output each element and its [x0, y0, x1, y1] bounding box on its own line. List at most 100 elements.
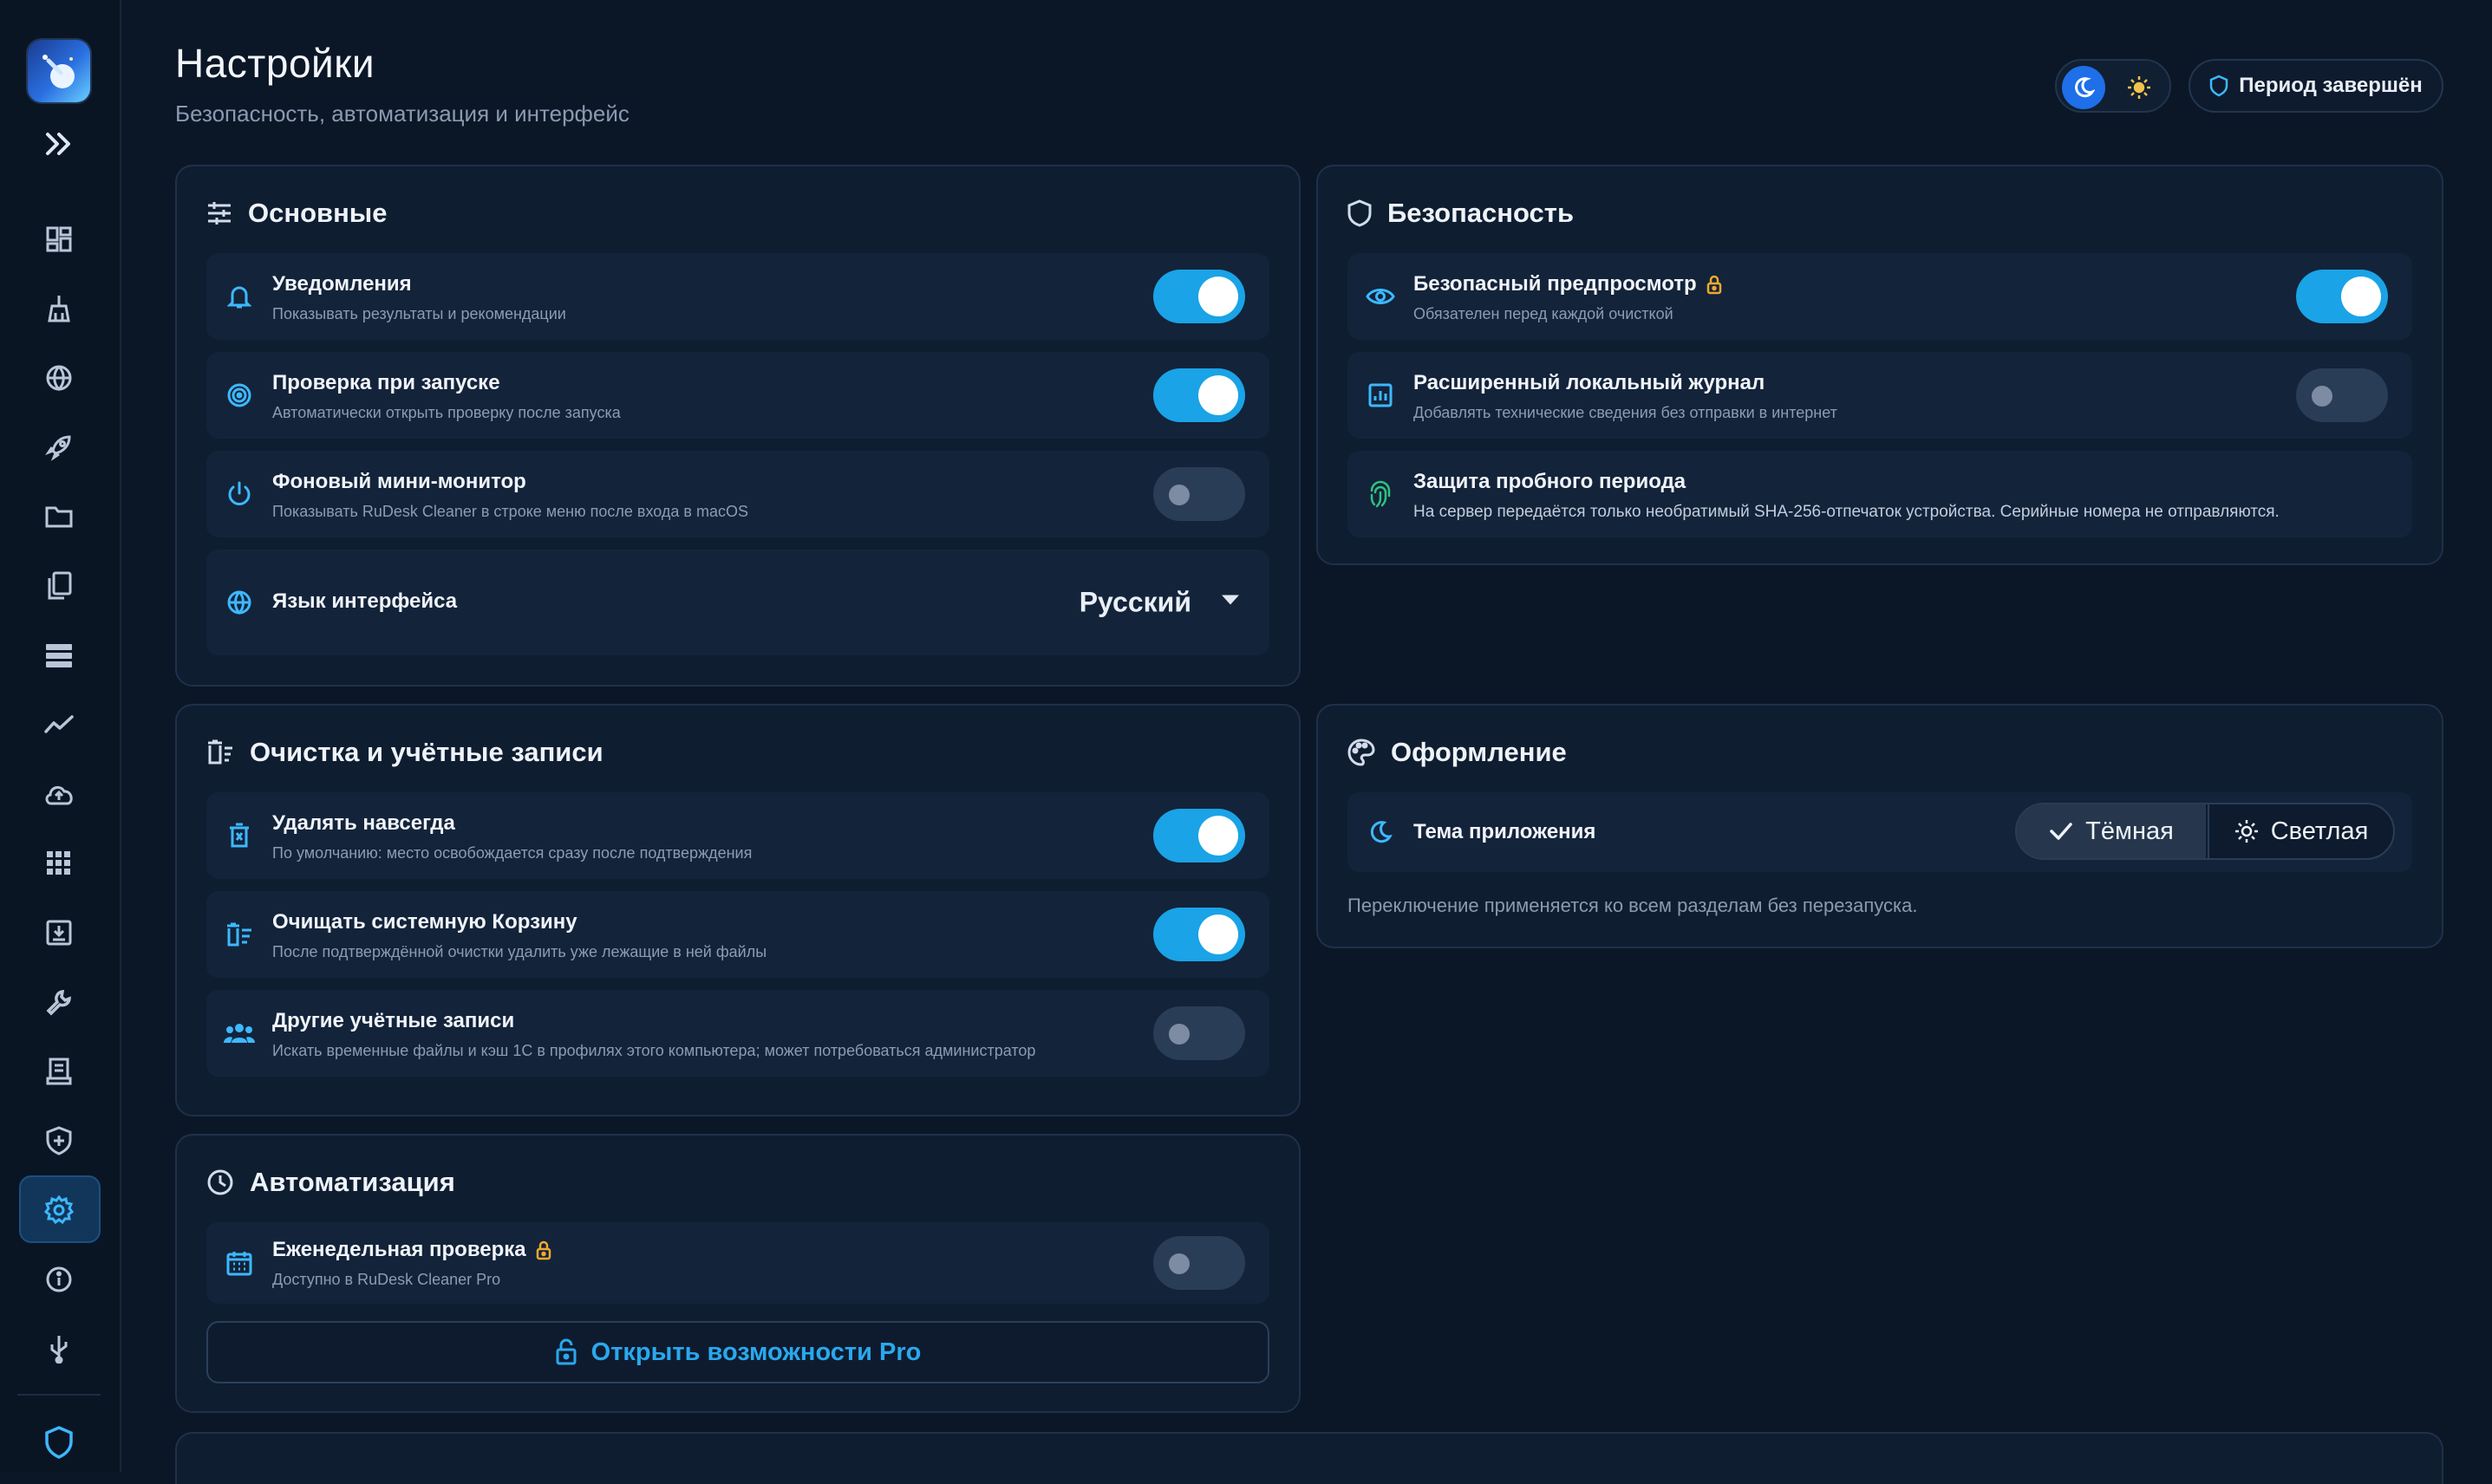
- clock-icon: [206, 1168, 234, 1196]
- row-title: Расширенный локальный журнал: [1413, 371, 1765, 395]
- target-scan-icon: [226, 382, 252, 408]
- card-title: Оформление: [1391, 737, 1567, 768]
- row-description: Показывать результаты и рекомендации: [272, 305, 566, 323]
- theme-quick-toggle[interactable]: [2055, 59, 2171, 113]
- row-description: Показывать RuDesk Cleaner в строке меню …: [272, 503, 748, 521]
- dark-option-label: Тёмная: [2085, 817, 2174, 846]
- other-accounts-toggle[interactable]: [1153, 1006, 1245, 1060]
- notifications-toggle[interactable]: [1153, 270, 1245, 323]
- eye-icon: [1366, 286, 1395, 307]
- apps-grid-icon[interactable]: [40, 844, 78, 882]
- expand-sidebar-icon[interactable]: [40, 125, 78, 163]
- shield-icon[interactable]: [40, 1423, 78, 1461]
- storage-icon[interactable]: [40, 636, 78, 674]
- theme-dark-option[interactable]: Тёмная: [2017, 804, 2206, 858]
- broom-icon[interactable]: [40, 290, 78, 328]
- period-status-button[interactable]: Период завершён: [2189, 59, 2443, 113]
- row-title: Защита пробного периода: [1413, 470, 1686, 494]
- mini-monitor-toggle[interactable]: [1153, 467, 1245, 521]
- language-select[interactable]: Русский: [1080, 587, 1191, 619]
- safe-preview-toggle[interactable]: [2296, 270, 2388, 323]
- receipt-icon[interactable]: [40, 1052, 78, 1090]
- appearance-card: Оформление Тема приложения Тёмная Светла…: [1316, 704, 2443, 948]
- row-title: Уведомления: [272, 272, 412, 296]
- chevron-down-icon[interactable]: [1221, 595, 1240, 611]
- bell-icon: [227, 283, 251, 309]
- startup-scan-row: Проверка при запуске Автоматически откры…: [206, 352, 1269, 439]
- download-box-icon[interactable]: [40, 914, 78, 952]
- row-description: Автоматически открыть проверку после зап…: [272, 404, 621, 422]
- row-title: Проверка при запуске: [272, 371, 500, 395]
- light-theme-button[interactable]: [2117, 66, 2161, 109]
- basic-settings-card: Основные Уведомления Показывать результа…: [175, 165, 1301, 687]
- palette-icon: [1347, 739, 1375, 766]
- globe-icon[interactable]: [40, 359, 78, 397]
- sidebar: [0, 0, 121, 1472]
- activity-chart-icon[interactable]: [40, 706, 78, 744]
- usb-icon[interactable]: [40, 1330, 78, 1368]
- sidebar-divider: [17, 1394, 101, 1396]
- moon-icon: [2072, 76, 2095, 99]
- row-description: Искать временные файлы и кэш 1С в профил…: [272, 1042, 1035, 1060]
- unlock-icon: [555, 1338, 577, 1366]
- extended-log-toggle[interactable]: [2296, 368, 2388, 422]
- row-title: Другие учётные записи: [272, 1009, 514, 1033]
- cloud-upload-icon[interactable]: [40, 775, 78, 813]
- rocket-icon[interactable]: [40, 428, 78, 466]
- row-description: Обязателен перед каждой очисткой: [1413, 305, 1673, 323]
- settings-gear-icon[interactable]: [40, 1191, 78, 1229]
- card-title: Безопасность: [1387, 198, 1574, 229]
- language-row[interactable]: Язык интерфейса Русский: [206, 550, 1269, 655]
- language-label: Язык интерфейса: [272, 589, 457, 614]
- chart-report-icon: [1368, 383, 1393, 407]
- app-logo[interactable]: [28, 40, 90, 102]
- wrench-icon[interactable]: [40, 983, 78, 1021]
- extended-log-row: Расширенный локальный журнал Добавлять т…: [1347, 352, 2412, 439]
- theme-note: Переключение применяется ко всем раздела…: [1347, 895, 1917, 917]
- card-title: Очистка и учётные записи: [250, 737, 603, 768]
- power-icon: [226, 481, 252, 507]
- folder-icon[interactable]: [40, 498, 78, 536]
- page-subtitle: Безопасность, автоматизация и интерфейс: [175, 101, 630, 127]
- checkmark-icon: [2049, 822, 2073, 841]
- globe-icon: [226, 589, 252, 615]
- empty-trash-toggle[interactable]: [1153, 908, 1245, 961]
- lock-icon: [1706, 275, 1723, 296]
- safe-preview-row: Безопасный предпросмотр Обязателен перед…: [1347, 253, 2412, 340]
- row-description: По умолчанию: место освобождается сразу …: [272, 844, 752, 862]
- startup-scan-toggle[interactable]: [1153, 368, 1245, 422]
- delete-permanently-toggle[interactable]: [1153, 809, 1245, 862]
- sun-icon: [2234, 819, 2259, 843]
- dashboard-icon[interactable]: [40, 220, 78, 258]
- row-title: Удалять навсегда: [272, 811, 455, 836]
- row-description: Доступно в RuDesk Cleaner Pro: [272, 1271, 500, 1289]
- copy-files-icon[interactable]: [40, 567, 78, 605]
- delete-permanently-row: Удалять навсегда По умолчанию: место осв…: [206, 792, 1269, 879]
- weekly-scan-toggle[interactable]: [1153, 1236, 1245, 1290]
- dark-theme-button[interactable]: [2062, 66, 2105, 109]
- automation-card: Автоматизация Еженедельная проверка Дост…: [175, 1134, 1301, 1413]
- delete-sweep-icon: [206, 739, 234, 765]
- unlock-pro-label: Открыть возможности Pro: [591, 1338, 922, 1367]
- fingerprint-icon: [1367, 480, 1393, 508]
- unlock-pro-button[interactable]: Открыть возможности Pro: [206, 1321, 1269, 1383]
- theme-light-option[interactable]: Светлая: [2208, 804, 2393, 858]
- notifications-row: Уведомления Показывать результаты и реко…: [206, 253, 1269, 340]
- cleanup-accounts-card: Очистка и учётные записи Удалять навсегд…: [175, 704, 1301, 1116]
- empty-trash-row: Очищать системную Корзину После подтверж…: [206, 891, 1269, 978]
- theme-row: Тема приложения Тёмная Светлая: [1347, 792, 2412, 872]
- row-description: На сервер передаётся только необратимый …: [1413, 503, 2280, 522]
- row-title: Фоновый мини-монитор: [272, 470, 526, 494]
- info-icon[interactable]: [40, 1260, 78, 1298]
- next-card-partial: [175, 1432, 2443, 1484]
- shield-plus-icon[interactable]: [40, 1122, 78, 1160]
- row-title: Очищать системную Корзину: [272, 910, 577, 934]
- moon-icon: [1368, 820, 1393, 844]
- theme-segmented-control[interactable]: Тёмная Светлая: [2015, 803, 2395, 860]
- page-title: Настройки: [175, 40, 375, 87]
- delete-sweep-icon: [225, 922, 253, 947]
- lock-icon: [535, 1240, 552, 1261]
- shield-icon: [1347, 199, 1372, 227]
- mini-monitor-row: Фоновый мини-монитор Показывать RuDesk C…: [206, 451, 1269, 537]
- security-card: Безопасность Безопасный предпросмотр Обя…: [1316, 165, 2443, 565]
